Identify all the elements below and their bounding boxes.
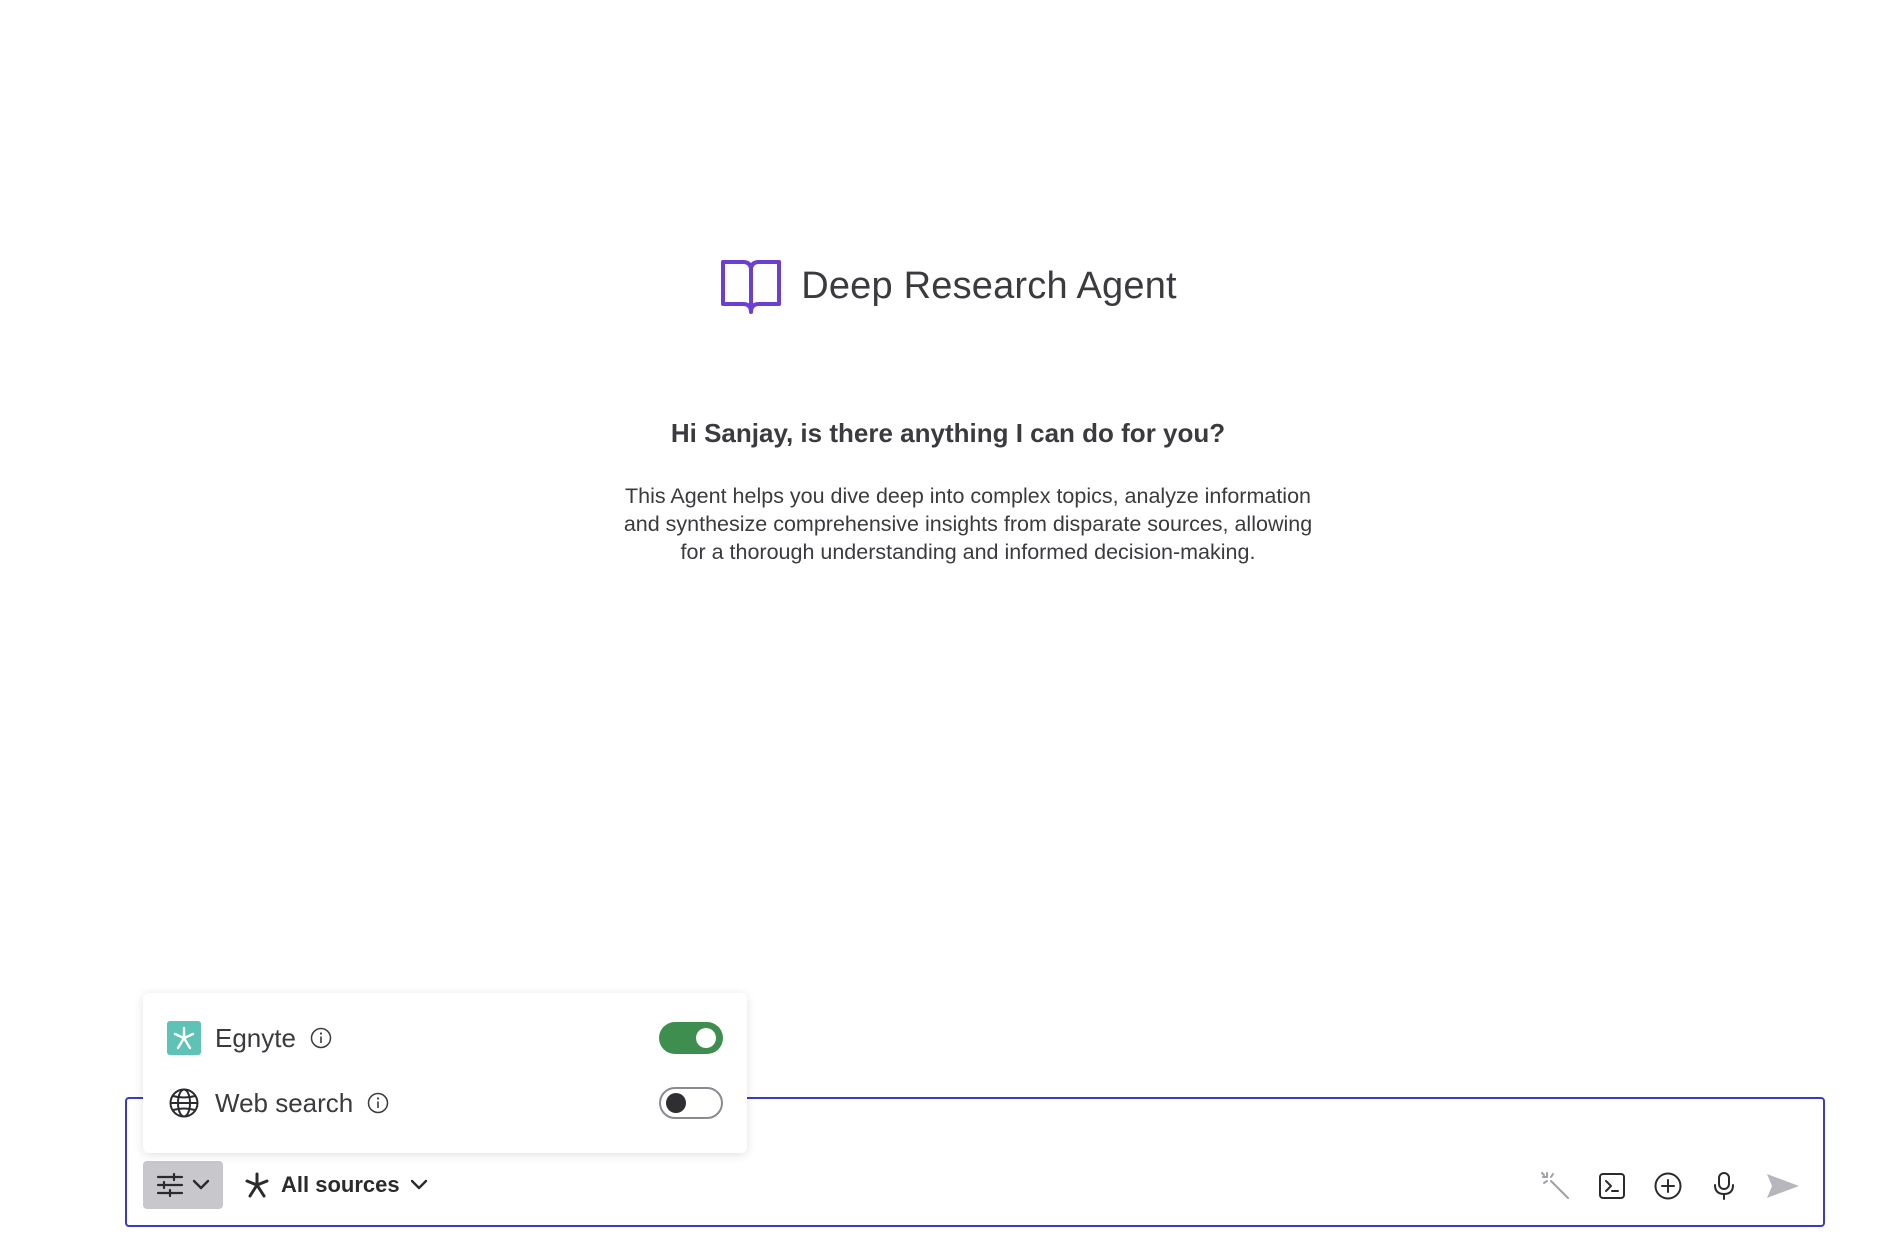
- source-row-web-search: Web search: [167, 1083, 723, 1123]
- web-search-toggle[interactable]: [659, 1087, 723, 1119]
- asterisk-icon: [245, 1172, 269, 1198]
- add-attachment-button[interactable]: [1653, 1171, 1683, 1201]
- agent-description: This Agent helps you dive deep into comp…: [623, 484, 1313, 564]
- source-settings-button[interactable]: [143, 1161, 223, 1209]
- send-button[interactable]: [1765, 1171, 1801, 1201]
- composer-toolbar: All sources: [143, 1161, 428, 1209]
- source-name: Egnyte: [215, 1022, 296, 1053]
- all-sources-label: All sources: [281, 1172, 400, 1197]
- magic-wand-icon: [1541, 1172, 1569, 1199]
- egnyte-logo-icon: [167, 1021, 201, 1055]
- info-icon[interactable]: [367, 1092, 389, 1114]
- globe-icon: [167, 1086, 201, 1120]
- source-row-egnyte: Egnyte: [167, 1018, 723, 1058]
- prompt-terminal-icon: [1599, 1173, 1625, 1199]
- send-icon: [1767, 1174, 1799, 1198]
- all-sources-dropdown[interactable]: All sources: [243, 1171, 428, 1199]
- composer-actions: [1541, 1171, 1801, 1201]
- prompt-library-button[interactable]: [1597, 1171, 1627, 1201]
- chevron-down-icon: [410, 1179, 427, 1190]
- sliders-icon: [156, 1173, 184, 1197]
- book-icon: [721, 260, 782, 314]
- voice-input-button[interactable]: [1709, 1171, 1739, 1201]
- greeting-text: Hi Sanjay, is there anything I can do fo…: [670, 418, 1226, 448]
- agent-title: Deep Research Agent: [801, 264, 1177, 307]
- add-circle-icon: [1654, 1172, 1682, 1200]
- sources-popover: Egnyte Web search: [143, 993, 747, 1153]
- chevron-down-icon: [192, 1179, 210, 1190]
- microphone-icon: [1714, 1172, 1734, 1200]
- egnyte-toggle[interactable]: [659, 1022, 723, 1054]
- agent-header: Deep Research Agent: [0, 258, 1896, 314]
- info-icon[interactable]: [310, 1027, 332, 1049]
- source-name: Web search: [215, 1087, 354, 1118]
- magic-wand-button[interactable]: [1541, 1171, 1571, 1201]
